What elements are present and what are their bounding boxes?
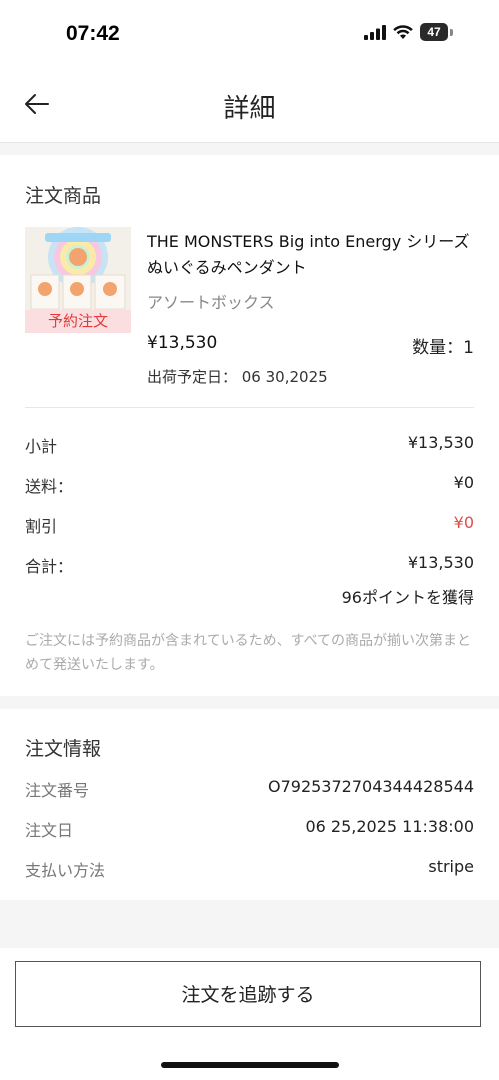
total-value: ¥13,530 [407, 553, 474, 572]
subtotal-value: ¥13,530 [407, 433, 474, 452]
order-items-card: 注文商品 予約注文 THE MONSTERS Big into Energy シ… [0, 155, 499, 696]
battery-icon: 47 [420, 23, 448, 41]
wifi-icon [393, 24, 413, 39]
status-time: 07:42 [66, 22, 120, 45]
order-date-label: 注文日 [25, 821, 74, 840]
ship-date: 出荷予定日： 06 30,2025 [147, 368, 328, 386]
total-label: 合計： [25, 557, 74, 576]
shipping-value: ¥0 [453, 473, 474, 492]
nav-bar: 詳細 [0, 68, 499, 143]
status-bar: 07:42 47 [0, 0, 499, 68]
points-earned: 96ポイントを獲得 [341, 588, 474, 607]
discount-label: 割引 [25, 517, 58, 536]
product-variant: アソートボックス [147, 293, 275, 312]
order-info-title: 注文情報 [25, 738, 102, 760]
preorder-badge: 予約注文 [25, 310, 131, 333]
preorder-notice: ご注文には予約商品が含まれているため、すべての商品が揃い次第まとめて発送いたしま… [25, 633, 472, 673]
product-thumbnail[interactable]: 予約注文 [25, 227, 131, 333]
home-indicator[interactable] [161, 1062, 339, 1068]
subtotal-label: 小計 [25, 437, 58, 456]
battery-tip [450, 28, 453, 36]
order-date-value: 06 25,2025 11:38:00 [305, 817, 474, 836]
order-number-label: 注文番号 [25, 781, 90, 800]
cellular-signal-icon [364, 24, 386, 40]
payment-method-label: 支払い方法 [25, 861, 106, 880]
battery-level: 47 [427, 25, 441, 39]
discount-value: ¥0 [453, 513, 474, 532]
order-number-value[interactable]: O79253727043444285​44 [268, 777, 474, 796]
order-info-card: 注文情報 注文番号 O79253727043444285​44 注文日 06 2… [0, 709, 499, 900]
payment-method-value: stripe [428, 857, 474, 876]
page-title: 詳細 [223, 94, 276, 124]
product-image [25, 227, 131, 311]
divider [25, 407, 474, 408]
order-items-title: 注文商品 [25, 185, 102, 207]
status-icons: 47 [364, 23, 453, 41]
product-price: ¥13,530 [147, 333, 218, 353]
shipping-label: 送料： [25, 477, 74, 496]
product-quantity: 数量：1 [412, 338, 474, 358]
track-order-button[interactable]: 注文を追跡する [15, 961, 481, 1027]
product-name[interactable]: THE MONSTERS Big into Energy シリーズ ぬいぐるみペ… [147, 229, 477, 281]
